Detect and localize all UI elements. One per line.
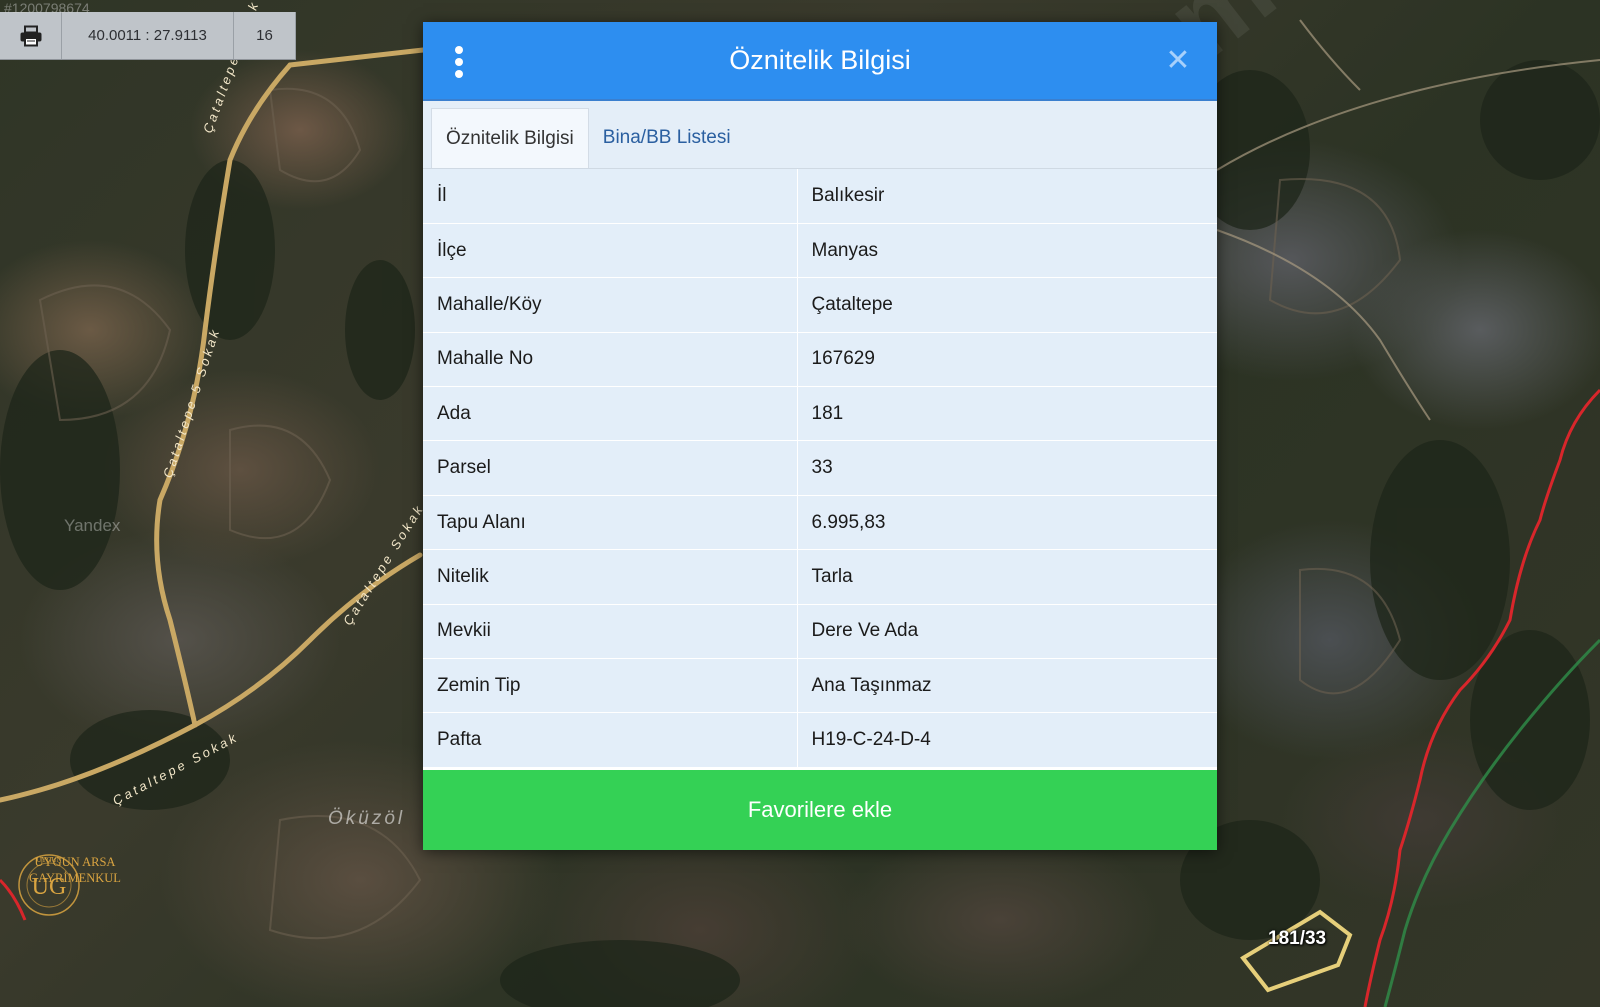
table-row: İlçe Manyas (423, 223, 1217, 279)
vertical-dots-icon[interactable] (453, 46, 465, 78)
row-key: İlçe (423, 223, 798, 279)
dialog-tabs: Öznitelik Bilgisi Bina/BB Listesi (423, 101, 1217, 169)
table-row: İl Balıkesir (423, 169, 1217, 224)
row-value: 181 (797, 386, 1217, 442)
row-key: Mevkii (423, 604, 798, 660)
table-row: Mahalle/Köy Çataltepe (423, 277, 1217, 333)
row-value: 167629 (797, 332, 1217, 388)
table-row: Ada 181 (423, 386, 1217, 442)
row-key: Mahalle/Köy (423, 277, 798, 333)
dialog-header: Öznitelik Bilgisi ✕ (423, 22, 1217, 101)
map-provider-label: Yandex (64, 516, 121, 535)
tab-building-list[interactable]: Bina/BB Listesi (589, 108, 745, 168)
row-value: H19-C-24-D-4 (797, 712, 1217, 768)
print-button[interactable] (0, 12, 62, 59)
row-value: Manyas (797, 223, 1217, 279)
row-key: Ada (423, 386, 798, 442)
row-key: Nitelik (423, 549, 798, 605)
close-icon[interactable]: ✕ (1165, 46, 1191, 76)
company-logo: UG UYGUN UYGUN ARSA GAYRİMENKUL (14, 850, 136, 980)
table-row: Mahalle No 167629 (423, 332, 1217, 388)
dialog-title: Öznitelik Bilgisi (729, 45, 911, 75)
tab-attribute-info[interactable]: Öznitelik Bilgisi (431, 108, 589, 168)
coordinate-readout: 40.0011 : 27.9113 (62, 12, 234, 59)
row-key: Parsel (423, 440, 798, 496)
add-to-favorites-button[interactable]: Favorilere ekle (423, 770, 1217, 850)
row-key: Mahalle No (423, 332, 798, 388)
map-toolbar: 40.0011 : 27.9113 16 (0, 12, 296, 60)
row-key: Pafta (423, 712, 798, 768)
company-logo-emblem: UG UYGUN (18, 854, 80, 916)
row-value: Balıkesir (797, 169, 1217, 224)
place-label: Öküzöl (328, 808, 406, 829)
row-key: Zemin Tip (423, 658, 798, 714)
row-key: İl (423, 169, 798, 224)
row-key: Tapu Alanı (423, 495, 798, 551)
table-row: Nitelik Tarla (423, 549, 1217, 605)
table-row: Tapu Alanı 6.995,83 (423, 495, 1217, 551)
logo-arc-text: UYGUN (36, 856, 61, 864)
table-row: Pafta H19-C-24-D-4 (423, 712, 1217, 768)
table-row: Zemin Tip Ana Taşınmaz (423, 658, 1217, 714)
parcel-label[interactable]: 181/33 (1268, 928, 1326, 950)
row-value: Tarla (797, 549, 1217, 605)
zoom-level: 16 (234, 12, 296, 59)
row-value: 6.995,83 (797, 495, 1217, 551)
row-value: Dere Ve Ada (797, 604, 1217, 660)
table-row: Parsel 33 (423, 440, 1217, 496)
row-value: 33 (797, 440, 1217, 496)
printer-icon (20, 25, 41, 46)
row-value: Çataltepe (797, 277, 1217, 333)
listing-id: #1200798674 (4, 0, 90, 16)
attribute-dialog: Öznitelik Bilgisi ✕ Öznitelik Bilgisi Bi… (423, 22, 1217, 850)
row-value: Ana Taşınmaz (797, 658, 1217, 714)
logo-monogram: UG (32, 874, 67, 900)
attribute-table: İl Balıkesir İlçe Manyas Mahalle/Köy Çat… (423, 169, 1217, 768)
table-row: Mevkii Dere Ve Ada (423, 604, 1217, 660)
